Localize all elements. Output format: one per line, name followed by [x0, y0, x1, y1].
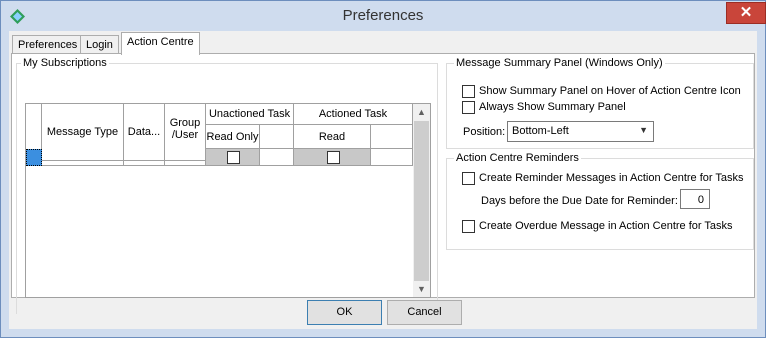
column-header-user-label: /User: [171, 129, 199, 141]
tab-action-centre[interactable]: Action Centre: [121, 32, 200, 55]
subscriptions-grid[interactable]: Message Type Data... Group /User Unactio…: [25, 103, 431, 298]
column-header-unactioned-task[interactable]: Unactioned Task: [206, 104, 294, 125]
reminders-group-title: Action Centre Reminders: [454, 152, 581, 164]
title-bar[interactable]: Preferences ✕: [1, 1, 766, 31]
read-checkbox[interactable]: [327, 151, 340, 164]
subscriptions-group-title: My Subscriptions: [21, 57, 109, 69]
summary-panel-group-title: Message Summary Panel (Windows Only): [454, 57, 665, 69]
position-select[interactable]: Bottom-Left ▼: [507, 121, 654, 142]
position-select-value: Bottom-Left: [512, 125, 569, 137]
cancel-button[interactable]: Cancel: [387, 300, 462, 325]
scroll-down-icon[interactable]: ▼: [413, 284, 430, 294]
always-show-checkbox[interactable]: [462, 101, 475, 114]
chevron-down-icon: ▼: [639, 125, 648, 135]
column-header-read-only[interactable]: Read Only: [206, 125, 260, 149]
preferences-window: Preferences ✕ Preferences Login Action C…: [0, 0, 766, 338]
create-overdue-checkbox[interactable]: [462, 220, 475, 233]
column-header-unactioned-blank: [260, 125, 294, 149]
show-on-hover-checkbox[interactable]: [462, 85, 475, 98]
days-before-input[interactable]: 0: [680, 189, 710, 209]
create-reminder-checkbox[interactable]: [462, 172, 475, 185]
cell-read[interactable]: [294, 149, 371, 166]
create-reminder-label[interactable]: Create Reminder Messages in Action Centr…: [479, 172, 744, 184]
close-button[interactable]: ✕: [726, 2, 766, 24]
tab-login[interactable]: Login: [80, 35, 119, 54]
create-overdue-label[interactable]: Create Overdue Message in Action Centre …: [479, 220, 733, 232]
scroll-up-icon[interactable]: ▲: [413, 107, 430, 117]
position-label: Position:: [463, 126, 506, 138]
ok-button[interactable]: OK: [307, 300, 382, 325]
always-show-label[interactable]: Always Show Summary Panel: [479, 101, 626, 113]
column-header-actioned-blank: [371, 125, 413, 149]
window-title: Preferences: [342, 7, 424, 24]
show-on-hover-label[interactable]: Show Summary Panel on Hover of Action Ce…: [479, 85, 741, 97]
cell-read-only[interactable]: [206, 149, 260, 166]
row-selector[interactable]: [26, 149, 42, 166]
column-header-actioned-task[interactable]: Actioned Task: [294, 104, 413, 125]
cell-message-type[interactable]: [42, 149, 124, 166]
close-icon: ✕: [739, 4, 753, 21]
grid-vertical-scrollbar[interactable]: ▲ ▼: [413, 104, 430, 297]
dialog-client: Preferences Login Action Centre My Subsc…: [9, 31, 757, 329]
tab-panel-action-centre: My Subscriptions Message Type Data... Gr…: [11, 53, 755, 314]
cell-actioned-blank[interactable]: [371, 149, 413, 166]
days-before-label: Days before the Due Date for Reminder:: [481, 195, 678, 207]
column-header-group-label: Group: [169, 117, 201, 129]
cell-data[interactable]: [124, 149, 165, 166]
read-only-checkbox[interactable]: [227, 151, 240, 164]
cell-unactioned-blank[interactable]: [260, 149, 294, 166]
column-header-read[interactable]: Read: [294, 125, 371, 149]
cell-group-user[interactable]: [165, 149, 206, 166]
tab-preferences[interactable]: Preferences: [12, 35, 84, 54]
scroll-thumb[interactable]: [414, 121, 429, 281]
